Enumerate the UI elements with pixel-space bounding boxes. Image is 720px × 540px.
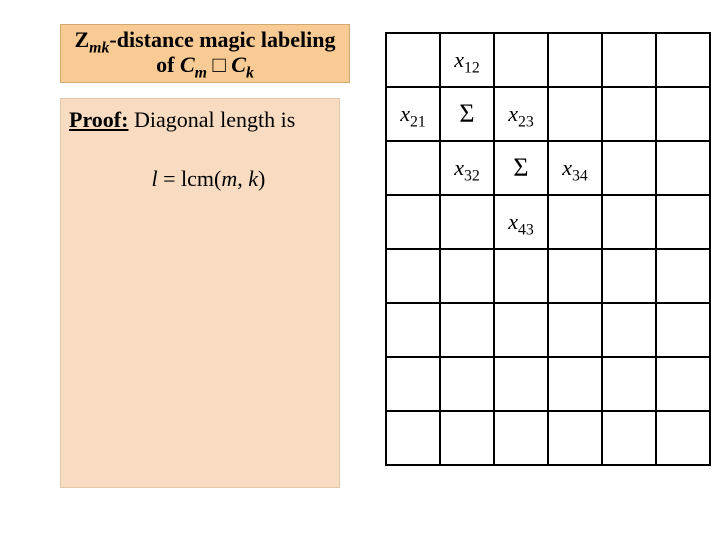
grid-cell-x32: x32 <box>440 141 494 195</box>
grid-cell <box>548 411 602 465</box>
title-z: Z <box>74 27 89 52</box>
grid-cell-sigma: Σ <box>494 141 548 195</box>
grid-cell <box>656 87 710 141</box>
grid-cell-x23: x23 <box>494 87 548 141</box>
grid-cell <box>494 249 548 303</box>
sigma-icon: Σ <box>459 99 474 128</box>
grid-cell <box>602 303 656 357</box>
grid-cell <box>440 303 494 357</box>
grid-cell <box>386 141 440 195</box>
x-sub: 43 <box>518 221 534 238</box>
grid-cell <box>386 303 440 357</box>
grid-cell <box>440 357 494 411</box>
proof-m: m <box>221 166 237 191</box>
grid-cell <box>440 411 494 465</box>
title-z-sub: mk <box>89 39 109 56</box>
proof-k: k <box>248 166 258 191</box>
grid-cell <box>602 87 656 141</box>
grid-cell <box>656 33 710 87</box>
grid-cell <box>602 357 656 411</box>
x-sub: 32 <box>464 167 480 184</box>
title-post: -distance magic labeling <box>109 27 335 52</box>
grid-cell <box>494 411 548 465</box>
x-var: x <box>508 209 518 234</box>
x-sub: 23 <box>518 113 534 130</box>
grid-cell-x12: x12 <box>440 33 494 87</box>
grid-cell <box>602 249 656 303</box>
grid-cell <box>494 33 548 87</box>
grid-cell <box>602 195 656 249</box>
grid-cell <box>386 33 440 87</box>
grid-cell <box>656 411 710 465</box>
x-var: x <box>454 47 464 72</box>
proof-text-1: Diagonal length is <box>128 107 295 132</box>
grid-cell <box>494 357 548 411</box>
x-var: x <box>508 101 518 126</box>
grid-cell <box>548 195 602 249</box>
grid-cell <box>548 87 602 141</box>
title-of: of <box>156 52 180 77</box>
title-cm-sub: m <box>195 65 207 82</box>
grid-cell <box>548 249 602 303</box>
title-cm-var: C <box>180 52 195 77</box>
grid-cell <box>386 249 440 303</box>
sigma-icon: Σ <box>513 153 528 182</box>
grid-cell <box>602 33 656 87</box>
grid-cell <box>548 33 602 87</box>
x-var: x <box>454 155 464 180</box>
slide-title: Zmk-distance magic labeling of Cm □ Ck <box>60 24 350 83</box>
grid-cell <box>494 303 548 357</box>
grid-cell <box>548 357 602 411</box>
proof-eq-lcm: = lcm( <box>158 166 222 191</box>
grid-cell <box>386 357 440 411</box>
grid-row: x12 <box>386 33 710 87</box>
grid-cell-sigma: Σ <box>440 87 494 141</box>
grid-cell <box>656 249 710 303</box>
x-sub: 21 <box>410 113 426 130</box>
grid-cell-x21: x21 <box>386 87 440 141</box>
proof-line-1: Proof: Diagonal length is <box>69 105 331 135</box>
grid-cell-x34: x34 <box>548 141 602 195</box>
x-sub: 12 <box>464 59 480 76</box>
grid-cell <box>386 411 440 465</box>
grid-cell <box>440 195 494 249</box>
grid-cell <box>656 195 710 249</box>
title-op: □ <box>207 52 231 77</box>
x-var: x <box>562 155 572 180</box>
title-ck-sub: k <box>246 65 254 82</box>
x-var: x <box>400 101 410 126</box>
grid-cell <box>656 303 710 357</box>
grid-cell <box>548 303 602 357</box>
x-sub: 34 <box>572 167 588 184</box>
proof-line-2: l = lcm(m, k) <box>69 135 331 224</box>
grid-cell <box>656 141 710 195</box>
grid-cell <box>656 357 710 411</box>
title-line-1: Zmk-distance magic labeling <box>65 27 345 52</box>
grid-row <box>386 303 710 357</box>
proof-indent <box>91 166 152 191</box>
proof-label: Proof: <box>69 107 128 132</box>
proof-close: ) <box>258 166 265 191</box>
grid-row: x21 Σ x23 <box>386 87 710 141</box>
grid-row: x32 Σ x34 <box>386 141 710 195</box>
grid-row <box>386 357 710 411</box>
proof-comma: , <box>237 166 248 191</box>
grid-cell <box>386 195 440 249</box>
grid-row <box>386 249 710 303</box>
label-grid: x12 x21 Σ x23 x32 Σ x34 x43 <box>385 32 711 466</box>
grid-row: x43 <box>386 195 710 249</box>
grid-cell <box>440 249 494 303</box>
proof-box: Proof: Diagonal length is l = lcm(m, k) <box>60 98 340 488</box>
grid-cell <box>602 141 656 195</box>
grid-cell <box>602 411 656 465</box>
title-ck-var: C <box>231 52 246 77</box>
grid-row <box>386 411 710 465</box>
grid-cell-x43: x43 <box>494 195 548 249</box>
